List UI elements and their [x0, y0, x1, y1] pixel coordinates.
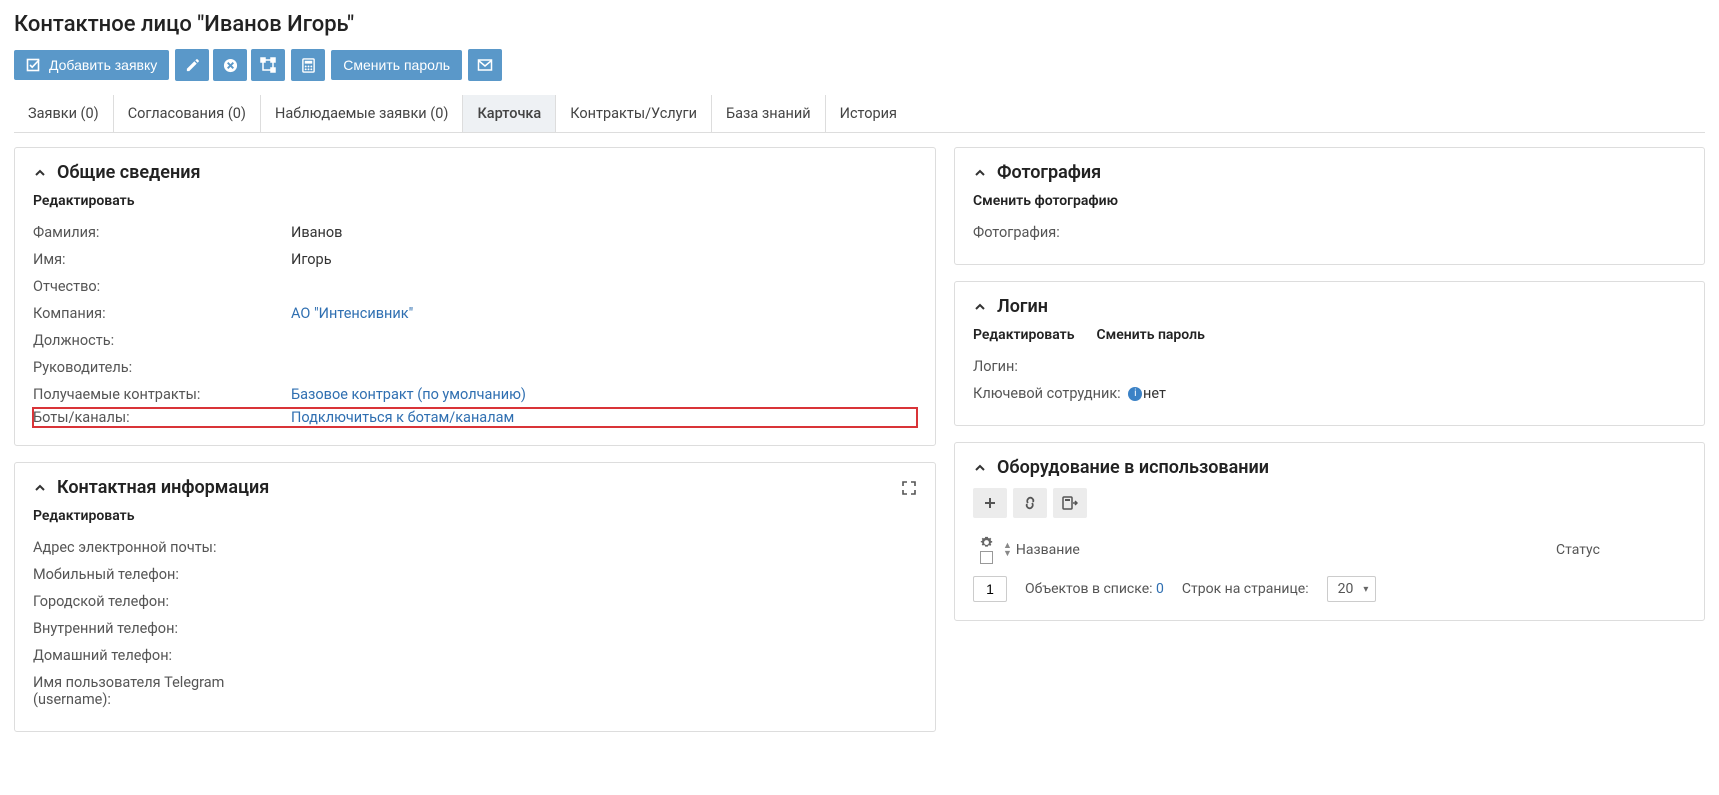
edit-button[interactable]	[175, 49, 209, 81]
name-value: Игорь	[291, 251, 917, 268]
mobile-label: Мобильный телефон:	[33, 566, 291, 583]
tab-knowledge[interactable]: База знаний	[712, 95, 826, 132]
add-ticket-label: Добавить заявку	[49, 57, 157, 73]
equipment-title: Оборудование в использовании	[997, 457, 1686, 478]
chevron-up-icon[interactable]	[973, 300, 987, 314]
sort-icon[interactable]: ▲▼	[1003, 542, 1012, 558]
manager-value	[291, 359, 917, 376]
mobile-value	[291, 566, 917, 583]
calculator-icon	[301, 58, 316, 73]
company-label: Компания:	[33, 305, 291, 322]
objects-count: 0	[1156, 581, 1164, 597]
bots-link[interactable]: Подключиться к ботам/каналам	[291, 409, 917, 426]
city-phone-label: Городской телефон:	[33, 593, 291, 610]
name-label: Имя:	[33, 251, 291, 268]
login-label: Логин:	[973, 358, 1143, 375]
rows-label: Строк на странице:	[1182, 581, 1309, 597]
equipment-table-header: ▲▼ Название Статус	[973, 530, 1686, 576]
chevron-up-icon[interactable]	[33, 481, 47, 495]
patronymic-value	[291, 278, 917, 295]
city-phone-value	[291, 593, 917, 610]
x-circle-icon	[223, 58, 238, 73]
pencil-icon	[185, 58, 200, 73]
general-panel: Общие сведения Редактировать Фамилия:Ива…	[14, 147, 936, 446]
patronymic-label: Отчество:	[33, 278, 291, 295]
tab-tickets[interactable]: Заявки (0)	[14, 95, 114, 132]
manager-label: Руководитель:	[33, 359, 291, 376]
contact-edit-link[interactable]: Редактировать	[33, 508, 134, 524]
chevron-up-icon[interactable]	[973, 461, 987, 475]
photo-title: Фотография	[997, 162, 1686, 183]
email-value	[291, 539, 917, 556]
tab-card[interactable]: Карточка	[463, 95, 556, 132]
login-edit-link[interactable]: Редактировать	[973, 327, 1074, 343]
tab-history[interactable]: История	[826, 95, 911, 132]
mail-button[interactable]	[468, 49, 502, 81]
expand-icon[interactable]	[901, 480, 917, 496]
surname-value: Иванов	[291, 224, 917, 241]
equipment-add-button[interactable]	[973, 488, 1007, 518]
email-label: Адрес электронной почты:	[33, 539, 291, 556]
col-status-header[interactable]: Статус	[1556, 542, 1686, 558]
tabs: Заявки (0) Согласования (0) Наблюдаемые …	[14, 95, 1705, 133]
link-icon	[1022, 496, 1038, 510]
contracts-link[interactable]: Базовое контракт (по умолчанию)	[291, 386, 917, 403]
equipment-export-button[interactable]	[1053, 488, 1087, 518]
add-ticket-button[interactable]: Добавить заявку	[14, 50, 169, 80]
chevron-up-icon[interactable]	[973, 166, 987, 180]
key-employee-value: нет	[1143, 385, 1686, 402]
contact-panel: Контактная информация Редактировать Адре…	[14, 462, 936, 732]
contact-title: Контактная информация	[57, 477, 891, 498]
objects-label: Объектов в списке:	[1025, 581, 1153, 597]
delete-button[interactable]	[213, 49, 247, 81]
tab-contracts[interactable]: Контракты/Услуги	[556, 95, 712, 132]
key-employee-label: Ключевой сотрудник: i	[973, 385, 1143, 402]
page-input[interactable]	[973, 576, 1007, 602]
home-phone-label: Домашний телефон:	[33, 647, 291, 664]
position-label: Должность:	[33, 332, 291, 349]
rows-per-page-select[interactable]: 20	[1327, 576, 1377, 602]
tab-watched[interactable]: Наблюдаемые заявки (0)	[261, 95, 463, 132]
main-toolbar: Добавить заявку	[14, 49, 1705, 81]
general-title: Общие сведения	[57, 162, 917, 183]
hierarchy-icon	[260, 57, 276, 73]
contracts-label: Получаемые контракты:	[33, 386, 291, 403]
plus-icon	[983, 496, 997, 510]
change-password-label: Сменить пароль	[343, 57, 450, 73]
equipment-link-button[interactable]	[1013, 488, 1047, 518]
tab-approvals[interactable]: Согласования (0)	[114, 95, 261, 132]
general-edit-link[interactable]: Редактировать	[33, 193, 134, 209]
calculator-button[interactable]	[291, 49, 325, 81]
export-icon	[1062, 496, 1078, 510]
login-change-pw-link[interactable]: Сменить пароль	[1096, 327, 1204, 343]
col-name-header[interactable]: Название	[1016, 542, 1080, 558]
envelope-icon	[477, 57, 493, 73]
tree-button[interactable]	[251, 49, 285, 81]
photo-value	[1143, 224, 1686, 241]
company-link[interactable]: АО "Интенсивник"	[291, 305, 917, 322]
equipment-pager: Объектов в списке: 0 Строк на странице: …	[973, 576, 1686, 602]
checkbox-edit-icon	[26, 57, 42, 73]
change-password-button[interactable]: Сменить пароль	[331, 50, 462, 80]
equipment-panel: Оборудование в использовании	[954, 442, 1705, 621]
telegram-value	[291, 674, 917, 708]
photo-label: Фотография:	[973, 224, 1143, 241]
select-all-checkbox[interactable]	[980, 551, 993, 564]
surname-label: Фамилия:	[33, 224, 291, 241]
position-value	[291, 332, 917, 349]
login-value	[1143, 358, 1686, 375]
info-icon[interactable]: i	[1128, 387, 1142, 401]
telegram-label: Имя пользователя Telegram (username):	[33, 674, 291, 708]
login-panel: Логин Редактировать Сменить пароль Логин…	[954, 281, 1705, 426]
bots-label: Боты/каналы:	[33, 409, 291, 426]
gear-icon[interactable]	[980, 536, 993, 549]
internal-phone-value	[291, 620, 917, 637]
home-phone-value	[291, 647, 917, 664]
chevron-up-icon[interactable]	[33, 166, 47, 180]
page-title: Контактное лицо "Иванов Игорь"	[14, 12, 1705, 37]
photo-panel: Фотография Сменить фотографию Фотография…	[954, 147, 1705, 265]
login-title: Логин	[997, 296, 1686, 317]
internal-phone-label: Внутренний телефон:	[33, 620, 291, 637]
change-photo-link[interactable]: Сменить фотографию	[973, 193, 1118, 209]
